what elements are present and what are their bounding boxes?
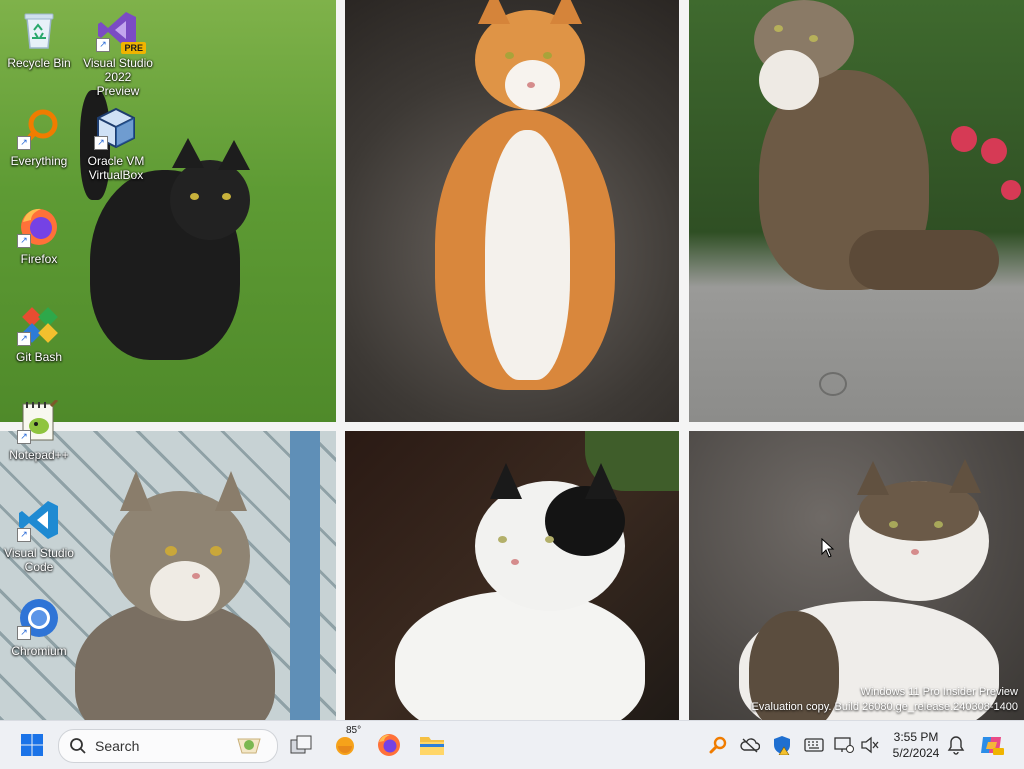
weather-temperature: 85°: [346, 725, 362, 736]
desktop-icon-firefox[interactable]: ↗ Firefox: [3, 204, 75, 266]
wallpaper-tile-tabby-ledge: [689, 0, 1024, 422]
watermark-build: Evaluation copy. Build 26080.ge_release.…: [751, 701, 1018, 713]
copilot-icon: [981, 737, 1004, 755]
shortcut-arrow-icon: ↗: [17, 332, 31, 346]
wallpaper-tile-orange-cat: [345, 0, 679, 422]
volume-muted-icon: [861, 736, 879, 754]
taskbar-search-box[interactable]: Search: [58, 729, 278, 763]
desktop-icon-notepad-plus-plus[interactable]: ↗ Notepad++: [3, 398, 75, 462]
firefox-icon: [378, 734, 400, 756]
keyboard-icon: [804, 738, 824, 752]
notification-center-button[interactable]: [940, 729, 972, 761]
visual-studio-icon: PRE ↗: [96, 8, 146, 54]
mouse-cursor-icon: [821, 537, 835, 563]
network-icon: [834, 737, 854, 753]
taskbar-firefox-button[interactable]: [373, 729, 405, 761]
desktop-icon-chromium[interactable]: ↗ Chromium: [3, 596, 75, 658]
recycle-bin-icon: [17, 8, 61, 52]
weather-icon: [336, 737, 354, 755]
tray-defender-button[interactable]: [766, 729, 798, 761]
shortcut-arrow-icon: ↗: [96, 38, 110, 52]
desktop-icon-label: Visual Studio 2022 Preview: [83, 56, 153, 98]
shortcut-arrow-icon: ↗: [17, 136, 31, 150]
file-explorer-icon: [420, 737, 444, 755]
taskbar-file-explorer-button[interactable]: [416, 729, 448, 761]
windows-start-icon: [21, 734, 43, 756]
desktop-icon-label: Recycle Bin: [7, 56, 71, 70]
desktop-icon-visual-studio-2022-preview[interactable]: PRE ↗ Visual Studio 2022 Preview: [82, 8, 154, 98]
notepad-plus-plus-icon: ↗: [17, 398, 61, 444]
shortcut-arrow-icon: ↗: [17, 234, 31, 248]
chromium-icon: ↗: [17, 596, 61, 640]
wallpaper-tile-calico: [689, 431, 1024, 720]
taskbar-clock[interactable]: 3:55 PM 5/2/2024: [884, 729, 948, 761]
desktop-icon-oracle-vm-virtualbox[interactable]: ↗ Oracle VM VirtualBox: [80, 106, 152, 182]
os-watermark: Windows 11 Pro Insider Preview Evaluatio…: [752, 685, 1018, 715]
desktop-icon-label: Chromium: [11, 644, 67, 658]
firefox-icon: ↗: [17, 204, 61, 248]
clock-time: 3:55 PM: [893, 730, 939, 744]
search-icon: [70, 738, 86, 754]
notification-bell-icon: [947, 736, 965, 755]
desktop-icon-label: Notepad++: [9, 448, 69, 462]
taskbar: Search 85° 3:55 PM 5/2/2024: [0, 720, 1024, 769]
start-button[interactable]: [16, 729, 48, 761]
desktop-icon-label: Everything: [10, 154, 68, 168]
onedrive-icon: [740, 738, 760, 753]
shortcut-arrow-icon: ↗: [17, 626, 31, 640]
tray-onedrive-button[interactable]: [734, 729, 766, 761]
task-view-button[interactable]: [285, 729, 317, 761]
desktop-icon-label: Git Bash: [15, 350, 63, 364]
desktop-icon-label: Firefox: [20, 252, 58, 266]
tray-volume-button[interactable]: [854, 729, 886, 761]
search-placeholder: Search: [95, 738, 140, 754]
shortcut-arrow-icon: ↗: [17, 528, 31, 542]
virtualbox-cube-icon: ↗: [94, 106, 138, 150]
search-highlight-icon: [235, 733, 263, 762]
everything-tray-icon: [709, 736, 727, 754]
clock-date: 5/2/2024: [892, 746, 940, 760]
task-view-icon: [290, 735, 312, 754]
tray-everything-button[interactable]: [702, 729, 734, 761]
desktop-icon-label: Oracle VM VirtualBox: [87, 154, 145, 182]
git-bash-icon: ↗: [17, 302, 61, 346]
vscode-icon: ↗: [17, 498, 61, 542]
preview-badge: PRE: [121, 42, 146, 54]
desktop-wallpaper: [0, 0, 1024, 720]
defender-warning-icon: [774, 736, 790, 755]
desktop-icon-git-bash[interactable]: ↗ Git Bash: [3, 302, 75, 364]
everything-magnifier-icon: ↗: [17, 106, 61, 150]
desktop-icon-recycle-bin[interactable]: Recycle Bin: [3, 8, 75, 70]
copilot-button[interactable]: [976, 729, 1008, 761]
shortcut-arrow-icon: ↗: [94, 136, 108, 150]
desktop-icon-everything[interactable]: ↗ Everything: [3, 106, 75, 168]
desktop-icon-label: Visual Studio Code: [4, 546, 74, 574]
tray-keyboard-button[interactable]: [798, 729, 830, 761]
wallpaper-tile-tabby-fence: [0, 431, 336, 720]
watermark-edition: Windows 11 Pro Insider Preview: [860, 686, 1018, 698]
shortcut-arrow-icon: ↗: [17, 430, 31, 444]
desktop-icon-visual-studio-code[interactable]: ↗ Visual Studio Code: [3, 498, 75, 574]
wallpaper-tile-bw-cat: [345, 431, 679, 720]
